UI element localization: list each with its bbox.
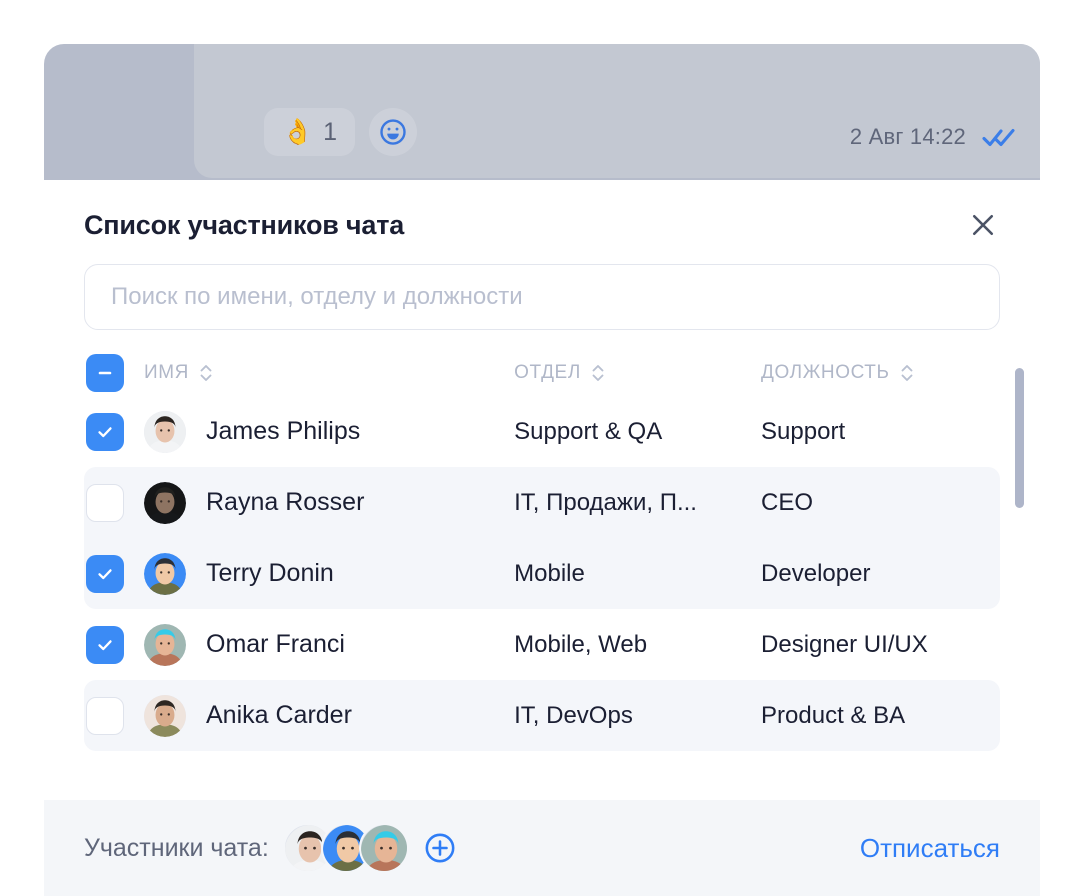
reaction-bar: 👌 1 (264, 108, 418, 156)
reaction-count: 1 (323, 117, 338, 146)
select-all-checkbox[interactable] (86, 354, 124, 392)
cell-dept: IT, Продажи, П... (514, 489, 761, 517)
table-header-row: ИМЯ ОТДЕЛ ДОЛЖНОСТЬ (84, 350, 1000, 396)
participant-name: Terry Donin (206, 559, 334, 587)
sort-updown-icon-name[interactable] (198, 362, 214, 384)
participants-table: ИМЯ ОТДЕЛ ДОЛЖНОСТЬ James Philips Suppor… (44, 350, 1040, 751)
reaction-chip-ok-hand[interactable]: 👌 1 (264, 108, 356, 156)
table-row[interactable]: Terry Donin Mobile Developer (84, 538, 1000, 609)
participant-role: Developer (761, 559, 871, 587)
header-cell-name: ИМЯ (86, 354, 514, 392)
plus-circle-icon (425, 833, 455, 863)
participant-department: IT, Продажи, П... (514, 488, 697, 516)
column-label-name: ИМЯ (144, 362, 190, 383)
minus-icon (98, 371, 112, 375)
table-body: James Philips Support & QA Support Rayna Ro… (84, 396, 1000, 751)
close-button[interactable] (966, 208, 1000, 242)
avatar (144, 410, 186, 453)
cell-role: Designer UI/UX (761, 631, 1000, 659)
avatar (144, 552, 186, 595)
modal-footer: Участники чата: Отписаться (44, 800, 1040, 896)
table-row[interactable]: Rayna Rosser IT, Продажи, П... CEO (84, 467, 1000, 538)
row-checkbox[interactable] (86, 554, 124, 593)
chat-message-bubble: 👌 1 2 Авг 14:22 (194, 44, 1040, 178)
check-icon (98, 426, 112, 437)
cell-dept: Mobile (514, 560, 761, 588)
add-reaction-button[interactable] (369, 108, 418, 156)
header-cell-role: ДОЛЖНОСТЬ (761, 362, 1000, 384)
avatar (144, 694, 186, 737)
sort-updown-icon-role[interactable] (899, 362, 915, 384)
cell-name: Omar Franci (86, 623, 514, 666)
modal-header: Список участников чата (44, 180, 1040, 242)
cell-name: James Philips (86, 410, 514, 453)
ok-hand-emoji-icon: 👌 (282, 117, 314, 146)
header-cell-dept: ОТДЕЛ (514, 362, 761, 384)
row-checkbox[interactable] (86, 696, 124, 735)
avatar (144, 623, 186, 666)
participant-department: Mobile (514, 559, 585, 587)
check-icon (98, 639, 112, 650)
column-label-dept: ОТДЕЛ (514, 362, 581, 383)
participant-department: IT, DevOps (514, 701, 633, 729)
participant-role: CEO (761, 488, 814, 516)
row-checkbox[interactable] (86, 412, 124, 451)
unsubscribe-button[interactable]: Отписаться (860, 833, 1000, 864)
table-row[interactable]: Anika Carder IT, DevOps Product & BA (84, 680, 1000, 751)
sort-updown-icon (592, 365, 604, 381)
table-scrollbar-thumb[interactable] (1015, 368, 1024, 508)
participant-name: Rayna Rosser (206, 488, 365, 516)
close-icon (972, 214, 994, 236)
row-checkbox[interactable] (86, 625, 124, 664)
participant-department: Mobile, Web (514, 630, 648, 658)
cell-role: Developer (761, 560, 1000, 588)
chat-background: 👌 1 2 Авг 14:22 (44, 44, 1040, 180)
participant-name: James Philips (206, 417, 361, 445)
participant-name: Omar Franci (206, 630, 345, 658)
participant-avatar-stack[interactable] (282, 823, 409, 873)
column-label-role: ДОЛЖНОСТЬ (761, 362, 890, 383)
message-meta: 2 Авг 14:22 (850, 124, 1016, 150)
participant-name: Anika Carder (206, 701, 352, 729)
sort-updown-icon (200, 365, 212, 381)
footer-label: Участники чата: (84, 833, 269, 862)
page-title: Список участников чата (84, 209, 405, 240)
cell-name: Anika Carder (86, 694, 514, 737)
cell-dept: IT, DevOps (514, 702, 761, 730)
cell-role: Product & BA (761, 702, 1000, 730)
table-scrollbar-track[interactable] (1015, 368, 1032, 808)
participant-role: Support (761, 417, 846, 445)
search-container (44, 242, 1040, 330)
double-check-icon (982, 128, 1015, 147)
participants-modal: Список участников чата ИМЯ (44, 180, 1040, 896)
row-checkbox[interactable] (86, 483, 124, 522)
participant-role: Product & BA (761, 701, 906, 729)
sort-updown-icon (901, 365, 913, 381)
avatar (144, 481, 186, 524)
table-row[interactable]: James Philips Support & QA Support (84, 396, 1000, 467)
message-timestamp: 2 Авг 14:22 (849, 124, 966, 149)
table-row[interactable]: Omar Franci Mobile, Web Designer UI/UX (84, 609, 1000, 680)
participant-department: Support & QA (514, 417, 663, 445)
avatar[interactable] (358, 823, 409, 873)
check-icon (98, 568, 112, 579)
screen: 👌 1 2 Авг 14:22 Список участников чата П… (0, 0, 1084, 896)
participant-role: Designer UI/UX (761, 630, 928, 658)
cell-role: CEO (761, 489, 1000, 517)
cell-name: Terry Donin (86, 552, 514, 595)
cell-role: Support (761, 418, 1000, 446)
cell-name: Rayna Rosser (86, 481, 514, 524)
sort-updown-icon-dept[interactable] (590, 362, 606, 384)
cell-dept: Mobile, Web (514, 631, 761, 659)
add-participant-button[interactable] (423, 831, 457, 865)
cell-dept: Support & QA (514, 418, 761, 446)
smiley-add-icon (380, 119, 406, 145)
search-input[interactable] (84, 264, 1000, 330)
bubble-tail (1028, 152, 1040, 178)
